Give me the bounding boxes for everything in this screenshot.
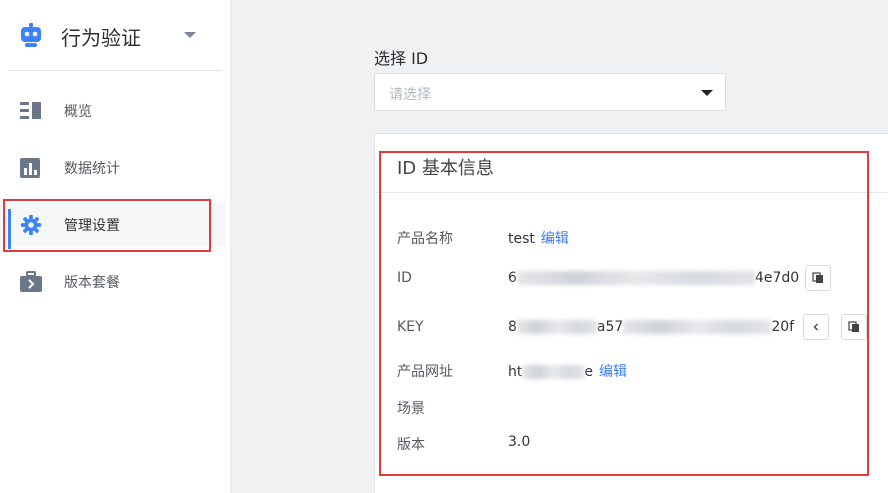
caret-down-icon (701, 90, 713, 96)
chevron-down-icon[interactable] (184, 32, 196, 38)
sidebar-item-plans[interactable]: 版本套餐 (0, 260, 226, 304)
divider (8, 70, 222, 71)
highlight-box (379, 151, 869, 476)
brand-switcher[interactable]: 行为验证 (0, 0, 231, 70)
highlight-box (3, 199, 211, 252)
select-id-label: 选择 ID (374, 49, 429, 68)
sidebar-item-label: 概览 (64, 104, 92, 120)
select-placeholder: 请选择 (389, 87, 431, 103)
bar-chart-icon (20, 158, 40, 178)
list-columns-icon (20, 102, 41, 119)
sidebar-item-statistics[interactable]: 数据统计 (0, 146, 226, 190)
id-select[interactable]: 请选择 (374, 73, 726, 111)
robot-icon (21, 23, 41, 47)
brand-title: 行为验证 (61, 26, 141, 50)
sidebar-item-overview[interactable]: 概览 (0, 89, 226, 133)
sidebar-item-label: 数据统计 (64, 161, 120, 177)
sidebar-item-label: 版本套餐 (64, 275, 120, 291)
briefcase-icon (20, 271, 42, 292)
